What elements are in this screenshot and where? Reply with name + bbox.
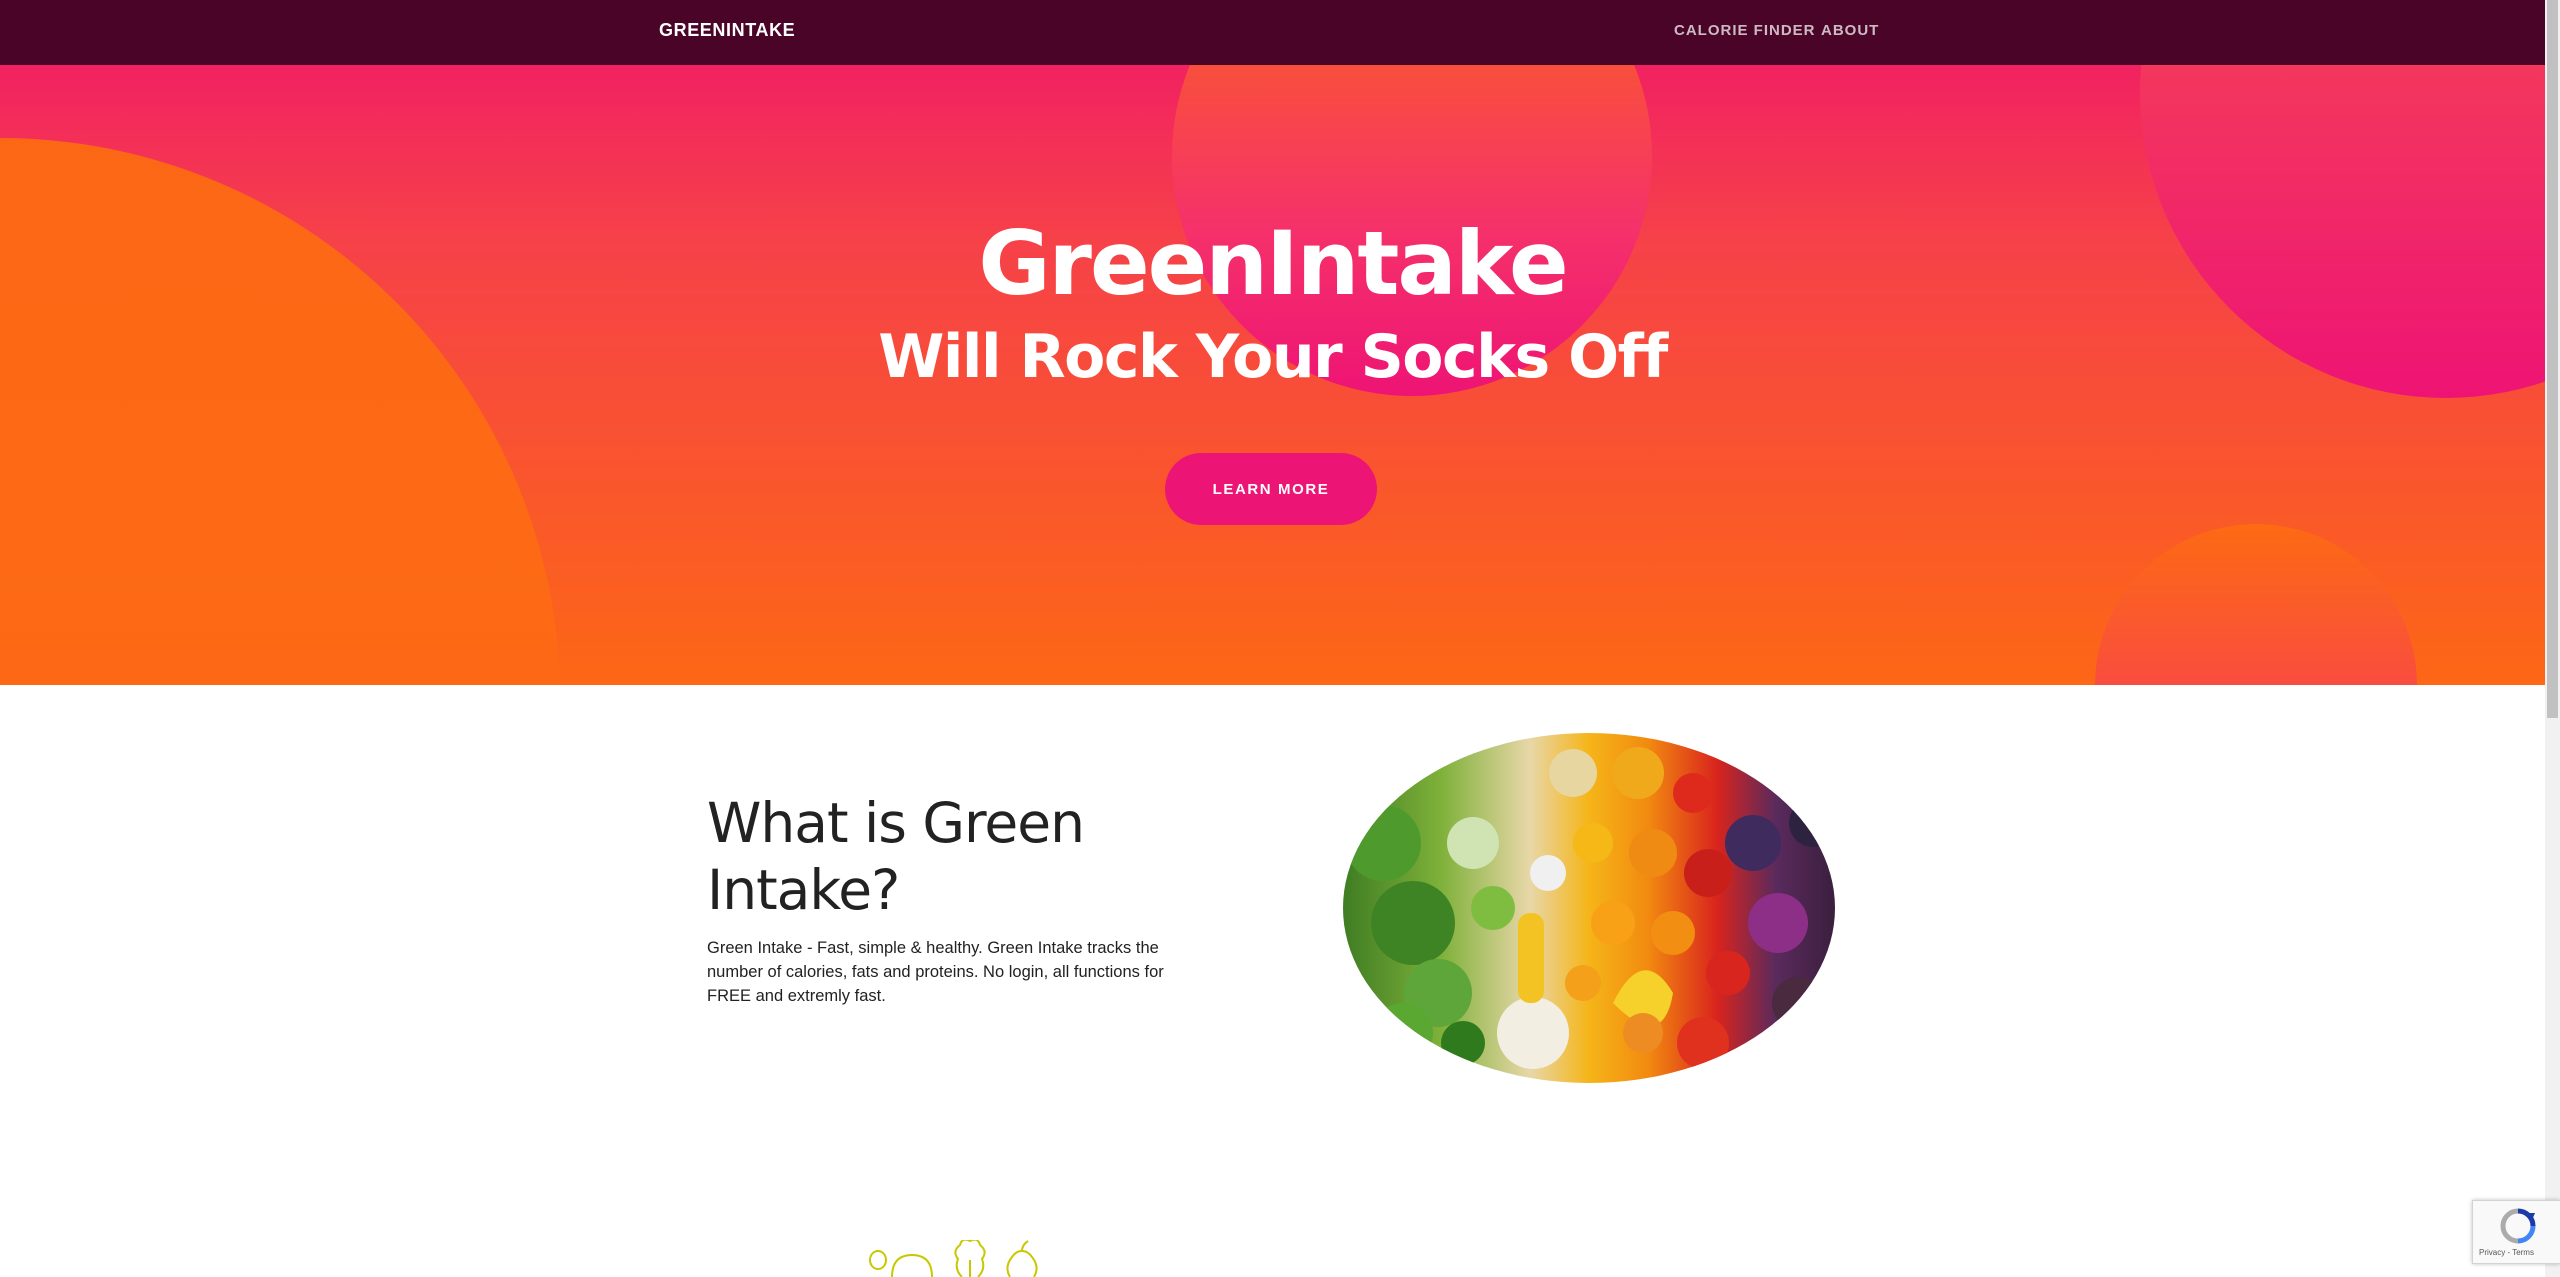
nav-link-calorie-finder[interactable]: CALORIE FINDER bbox=[1674, 22, 1816, 39]
page: GreenIntake Will Rock Your Socks Off LEA… bbox=[0, 0, 2560, 1277]
about-description: Green Intake - Fast, simple & healthy. G… bbox=[707, 939, 1164, 1005]
hero-subtitle: Will Rock Your Socks Off bbox=[878, 322, 1668, 392]
recaptcha-badge[interactable]: Privacy - Terms bbox=[2472, 1200, 2560, 1264]
nav-link-about[interactable]: ABOUT bbox=[1821, 22, 1879, 39]
decorative-circle-bottom bbox=[2095, 524, 2417, 685]
brand-link[interactable]: GREENINTAKE bbox=[659, 20, 795, 41]
vegetable-bowl-image bbox=[1343, 733, 1835, 1083]
about-heading: What is Green Intake? bbox=[707, 791, 1085, 922]
recaptcha-icon bbox=[2500, 1208, 2536, 1244]
recaptcha-privacy-terms[interactable]: Privacy - Terms bbox=[2479, 1248, 2534, 1257]
scrollbar-thumb[interactable] bbox=[2547, 0, 2558, 718]
fruit-line-icons bbox=[869, 1240, 1038, 1277]
navbar: GREENINTAKE CALORIE FINDER ABOUT bbox=[0, 0, 2545, 65]
hero-title: GreenIntake bbox=[978, 212, 1568, 315]
learn-more-button[interactable]: LEARN MORE bbox=[1165, 453, 1377, 525]
hero-section: GreenIntake Will Rock Your Socks Off LEA… bbox=[0, 0, 2545, 685]
